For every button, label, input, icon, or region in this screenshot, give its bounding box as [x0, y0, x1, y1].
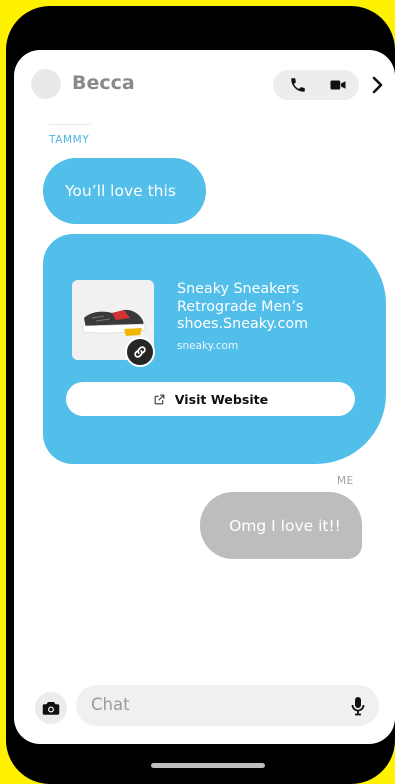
avatar[interactable]	[31, 69, 61, 99]
sender-label-me: ME	[337, 475, 354, 487]
phone-icon[interactable]	[289, 76, 307, 94]
link-icon	[125, 337, 155, 367]
link-title[interactable]: Sneaky Sneakers Retrograde Men’s shoes.S…	[177, 281, 357, 334]
incoming-message-bubble[interactable]: You’ll love this	[43, 158, 206, 224]
chat-placeholder: Chat	[91, 695, 130, 714]
divider	[49, 124, 91, 125]
outgoing-message-bubble[interactable]: Omg I love it!!	[200, 492, 362, 559]
phone-frame: Becca TAMMY You’ll love this Sneaky Snea…	[6, 6, 395, 784]
chat-input[interactable]: Chat	[76, 685, 379, 726]
microphone-icon[interactable]	[351, 696, 365, 720]
link-domain: sneaky.com	[177, 340, 239, 352]
camera-icon	[42, 702, 60, 715]
visit-website-button[interactable]: Visit Website	[66, 382, 355, 416]
incoming-message-text: You’ll love this	[65, 182, 176, 200]
video-camera-icon[interactable]	[329, 76, 347, 94]
outgoing-message-text: Omg I love it!!	[229, 516, 341, 535]
chat-screen: Becca TAMMY You’ll love this Sneaky Snea…	[14, 50, 395, 744]
visit-website-label: Visit Website	[174, 391, 269, 407]
chevron-right-icon[interactable]	[370, 73, 386, 97]
home-indicator[interactable]	[151, 763, 265, 768]
camera-button[interactable]	[35, 692, 67, 724]
call-actions	[273, 70, 359, 100]
link-preview-card[interactable]: Sneaky Sneakers Retrograde Men’s shoes.S…	[43, 234, 386, 464]
chat-header: Becca	[14, 50, 395, 110]
sender-label-tammy: TAMMY	[49, 134, 90, 146]
external-link-icon	[154, 394, 165, 404]
contact-name[interactable]: Becca	[72, 72, 135, 94]
